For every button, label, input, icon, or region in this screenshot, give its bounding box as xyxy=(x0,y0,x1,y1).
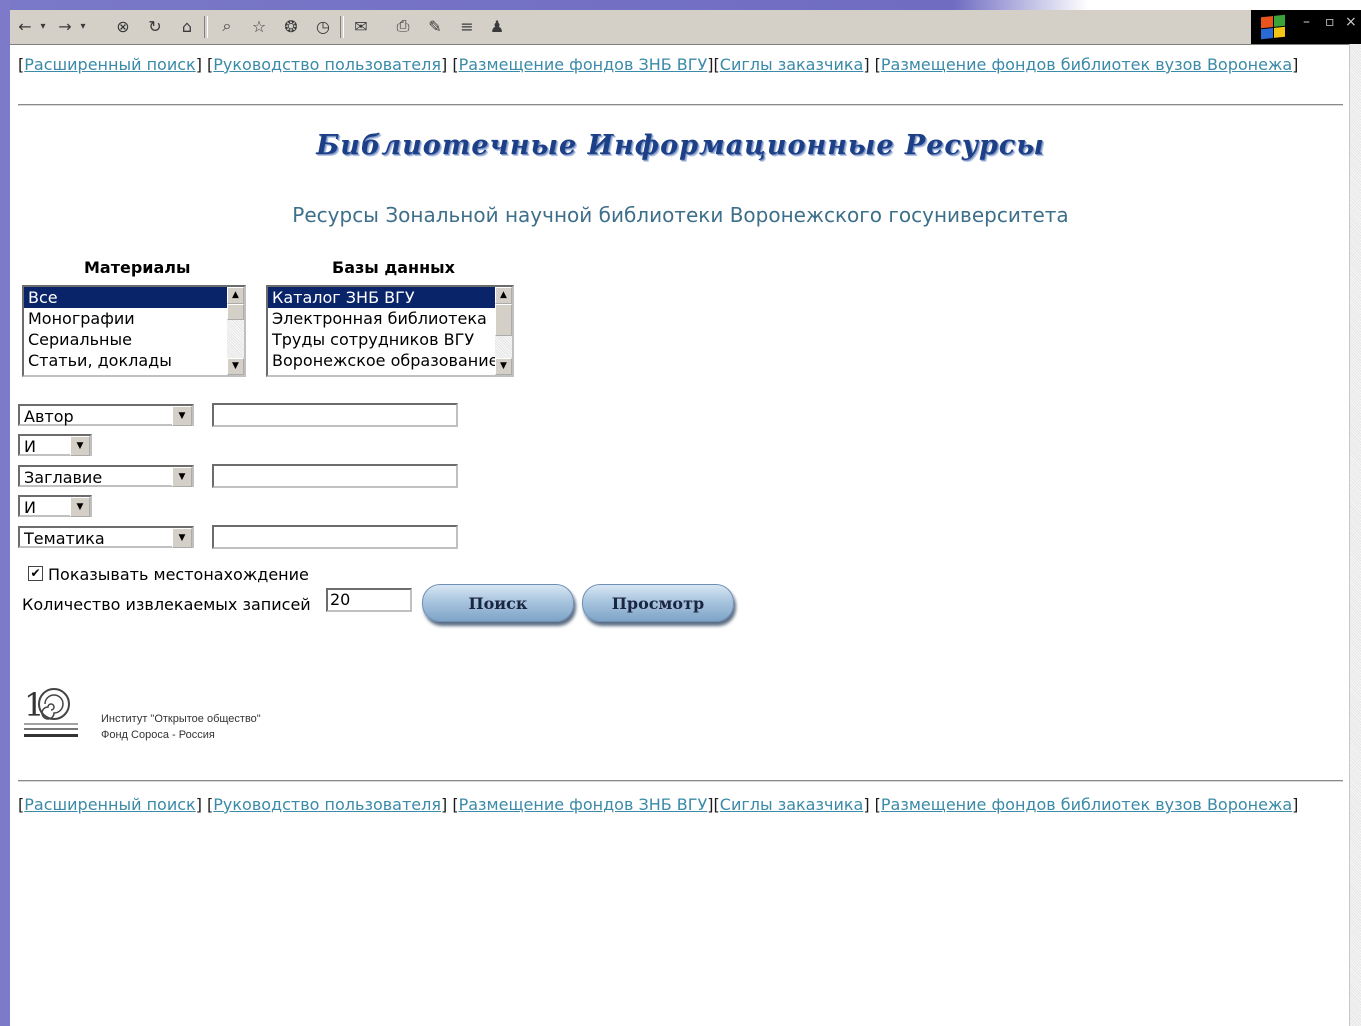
listbox-scrollbar[interactable]: ▲ ▼ xyxy=(227,287,244,375)
search-input-2[interactable] xyxy=(212,464,458,488)
listbox-scrollbar[interactable]: ▲ ▼ xyxy=(495,287,512,375)
top-divider xyxy=(18,104,1343,106)
search-icon[interactable]: ⌕ xyxy=(216,15,238,37)
scroll-down-icon[interactable]: ▼ xyxy=(227,358,244,375)
media-icon[interactable]: ❂ xyxy=(280,15,302,37)
search-input-1[interactable] xyxy=(212,403,458,427)
field-select-3-value: Тематика xyxy=(24,529,105,548)
list-item[interactable]: Электронная библиотека xyxy=(268,308,512,329)
field-select-3[interactable]: Тематика ▼ xyxy=(18,526,194,548)
nav-link-voronezh-libraries[interactable]: Размещение фондов библиотек вузов Вороне… xyxy=(881,795,1292,814)
nav-link-voronezh-libraries[interactable]: Размещение фондов библиотек вузов Вороне… xyxy=(881,55,1292,74)
nav-link-advanced-search[interactable]: Расширенный поиск xyxy=(24,55,195,74)
page-scrollbar[interactable] xyxy=(1349,44,1361,1026)
restore-icon[interactable]: ▫ xyxy=(1325,14,1335,30)
nav-link-user-guide[interactable]: Руководство пользователя xyxy=(213,795,441,814)
nav-link-znb-holdings[interactable]: Размещение фондов ЗНБ ВГУ xyxy=(459,795,708,814)
chevron-down-icon[interactable]: ▼ xyxy=(70,497,90,517)
nav-link-user-guide[interactable]: Руководство пользователя xyxy=(213,55,441,74)
soros-foundation-logo: 1 xyxy=(22,680,80,740)
window-top-strip xyxy=(0,0,1361,10)
discuss-icon[interactable]: ≡ xyxy=(456,15,478,37)
materials-label: Материалы xyxy=(84,258,191,277)
browse-button[interactable]: Просмотр xyxy=(582,584,734,622)
window-left-border xyxy=(0,0,10,1026)
show-location-checkbox[interactable]: ✔ xyxy=(28,566,43,581)
history-icon[interactable]: ◷ xyxy=(312,15,334,37)
materials-listbox[interactable]: Все Монографии Сериальные Статьи, доклад… xyxy=(22,285,246,377)
list-item[interactable]: Все xyxy=(24,287,244,308)
list-item[interactable]: Труды сотрудников ВГУ xyxy=(268,329,512,350)
record-count-input[interactable]: 20 xyxy=(326,588,412,612)
search-input-3[interactable] xyxy=(212,525,458,549)
forward-icon[interactable]: → xyxy=(54,15,76,37)
refresh-icon[interactable]: ↻ xyxy=(144,15,166,37)
minimize-icon[interactable]: – xyxy=(1303,14,1310,30)
search-button[interactable]: Поиск xyxy=(422,584,574,622)
bottom-divider xyxy=(18,780,1343,782)
list-item[interactable]: Каталог ЗНБ ВГУ xyxy=(268,287,512,308)
windows-logo-icon xyxy=(1261,14,1285,40)
top-nav-links: [Расширенный поиск] [Руководство пользов… xyxy=(18,55,1299,74)
field-select-2-value: Заглавие xyxy=(24,468,103,487)
toolbar-separator xyxy=(340,16,344,38)
list-item[interactable]: Сериальные xyxy=(24,329,244,350)
bottom-nav-links: [Расширенный поиск] [Руководство пользов… xyxy=(18,795,1299,814)
field-select-1[interactable]: Автор ▼ xyxy=(18,404,194,426)
browser-toolbar: ← ▾ → ▾ ⊗ ↻ ⌂ ⌕ ☆ ❂ ◷ ✉ ⎙ ✎ ≡ ♟ – ▫ × xyxy=(10,10,1361,45)
scroll-down-icon[interactable]: ▼ xyxy=(495,358,512,375)
nav-link-customer-sigla[interactable]: Сиглы заказчика xyxy=(720,55,864,74)
field-select-2[interactable]: Заглавие ▼ xyxy=(18,465,194,487)
forward-dropdown-icon[interactable]: ▾ xyxy=(76,15,90,37)
print-icon[interactable]: ⎙ xyxy=(392,15,414,37)
field-select-1-value: Автор xyxy=(24,407,74,426)
messenger-icon[interactable]: ♟ xyxy=(486,15,508,37)
nav-link-customer-sigla[interactable]: Сиглы заказчика xyxy=(720,795,864,814)
scroll-up-icon[interactable]: ▲ xyxy=(495,287,512,304)
toolbar-separator xyxy=(204,16,208,38)
scroll-thumb[interactable] xyxy=(227,304,244,320)
nav-link-znb-holdings[interactable]: Размещение фондов ЗНБ ВГУ xyxy=(459,55,708,74)
page-title: Библиотечные Информационные Ресурсы xyxy=(316,130,1045,161)
operator-select-2-value: И xyxy=(24,498,36,517)
back-dropdown-icon[interactable]: ▾ xyxy=(36,15,50,37)
chevron-down-icon[interactable]: ▼ xyxy=(172,406,192,426)
databases-label: Базы данных xyxy=(332,258,455,277)
chevron-down-icon[interactable]: ▼ xyxy=(172,528,192,548)
nav-link-advanced-search[interactable]: Расширенный поиск xyxy=(24,795,195,814)
org-name-line1: Институт "Открытое общество" xyxy=(101,713,261,725)
chevron-down-icon[interactable]: ▼ xyxy=(172,467,192,487)
list-item[interactable]: Монографии xyxy=(24,308,244,329)
svg-text:1: 1 xyxy=(24,686,44,724)
scroll-up-icon[interactable]: ▲ xyxy=(227,287,244,304)
edit-icon[interactable]: ✎ xyxy=(424,15,446,37)
record-count-label: Количество извлекаемых записей xyxy=(22,595,311,614)
operator-select-1[interactable]: И ▼ xyxy=(18,434,92,456)
back-icon[interactable]: ← xyxy=(14,15,36,37)
operator-select-2[interactable]: И ▼ xyxy=(18,495,92,517)
page-subtitle: Ресурсы Зональной научной библиотеки Вор… xyxy=(292,203,1069,227)
stop-icon[interactable]: ⊗ xyxy=(112,15,134,37)
operator-select-1-value: И xyxy=(24,437,36,456)
home-icon[interactable]: ⌂ xyxy=(176,15,198,37)
mail-icon[interactable]: ✉ xyxy=(350,15,372,37)
list-item[interactable]: Воронежское образование xyxy=(268,350,512,371)
org-name-line2: Фонд Сороса - Россия xyxy=(101,729,215,741)
show-location-label: Показывать местонахождение xyxy=(48,565,309,584)
list-item[interactable]: Статьи, доклады xyxy=(24,350,244,371)
favorites-icon[interactable]: ☆ xyxy=(248,15,270,37)
scroll-thumb[interactable] xyxy=(495,304,512,336)
close-icon[interactable]: × xyxy=(1345,14,1357,30)
databases-listbox[interactable]: Каталог ЗНБ ВГУ Электронная библиотека Т… xyxy=(266,285,514,377)
chevron-down-icon[interactable]: ▼ xyxy=(70,436,90,456)
window-controls-area: – ▫ × xyxy=(1251,10,1361,44)
